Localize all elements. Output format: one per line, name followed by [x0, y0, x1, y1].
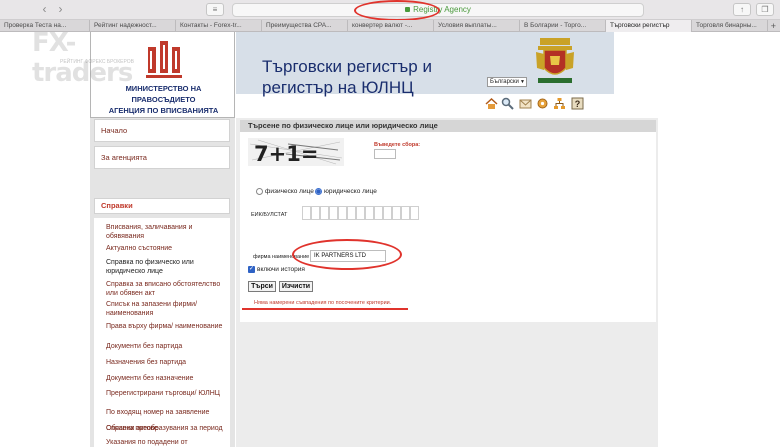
help-icon[interactable]: ?: [571, 97, 584, 110]
title-line-2: регистър на ЮЛНЦ: [262, 78, 414, 97]
include-history-checkbox[interactable]: ✓: [248, 266, 255, 273]
sidebar-item-person-search[interactable]: Справка по физическо или юридическо лице: [106, 258, 224, 276]
sidebar-item-instructions[interactable]: Указания по подадени от нерегистрирани т…: [106, 438, 224, 447]
new-tab-icon[interactable]: +: [771, 20, 776, 32]
eik-digit-input[interactable]: [383, 206, 392, 220]
captcha-image: 7+1=: [248, 138, 344, 166]
browser-toolbar: ‹ › ≡ Registry Agency ↑ ❐: [0, 0, 780, 21]
ministry-line-2: АГЕНЦИЯ ПО ВПИСВАНИЯТА: [108, 106, 219, 115]
eik-digit-input[interactable]: [311, 206, 320, 220]
browser-tab[interactable]: В Болгарии - Торго...: [520, 20, 606, 32]
captcha-label: Въведете сбора:: [374, 142, 421, 148]
watermark-logo: FX-traders РЕЙТИНГ ФОРЕКС БРОКЕРОВ: [8, 26, 158, 88]
search-icon[interactable]: [501, 97, 514, 110]
sidebar-item-entries[interactable]: Вписвания, заличавания и обявявания: [106, 223, 224, 241]
eik-digit-input[interactable]: [356, 206, 365, 220]
clear-button[interactable]: Изчисти: [279, 281, 313, 292]
share-icon[interactable]: ↑: [733, 3, 751, 16]
chevron-down-icon: ▼: [520, 79, 525, 85]
search-button[interactable]: Търси: [248, 281, 276, 292]
browser-tab-active[interactable]: Търговски регистър: [606, 20, 692, 32]
eik-digit-input[interactable]: [320, 206, 329, 220]
radio-person[interactable]: [256, 188, 263, 195]
eik-digit-input[interactable]: [365, 206, 374, 220]
sidebar-item-reserved-names[interactable]: Списък на запазени фирми/ наименования: [106, 300, 224, 318]
sidebar-reference-list: Вписвания, заличавания и обявявания Акту…: [94, 218, 230, 447]
radio-legal-entity-label: юридическо лице: [324, 188, 377, 195]
eik-digit-input[interactable]: [302, 206, 311, 220]
title-line-1: Търговски регистър и: [262, 57, 432, 76]
sidebar-item-reregistered[interactable]: Пререгистрирани търговци/ ЮЛНЦ: [106, 389, 224, 398]
settings-icon[interactable]: [536, 97, 549, 110]
browser-tab[interactable]: Преимущества CPA...: [262, 20, 348, 32]
sidebar-item-about[interactable]: За агенцията: [94, 146, 230, 169]
language-value: Български: [490, 79, 519, 85]
sidebar-item-appointments[interactable]: Назначения без партида: [106, 358, 224, 367]
eik-digit-input[interactable]: [374, 206, 383, 220]
include-history-label: включи история: [257, 266, 305, 273]
main-content: Търсене по физическо лице или юридическо…: [236, 118, 658, 447]
eik-digit-input[interactable]: [410, 206, 419, 220]
svg-text:?: ?: [575, 99, 581, 109]
sidebar-item-docs-no-batch[interactable]: Документи без партида: [106, 342, 224, 351]
address-highlight-circle: [354, 0, 440, 21]
watermark-text: FX-traders: [32, 28, 133, 88]
sidebar-item-docs-no-appointment[interactable]: Документи без назначение: [106, 374, 224, 383]
eik-label: ЕИК/БУЛСТАТ: [251, 212, 288, 218]
sidebar: Начало За агенцията Справки Вписвания, з…: [90, 118, 235, 447]
eik-digit-input[interactable]: [329, 206, 338, 220]
page-title: Търговски регистър и регистър на ЮЛНЦ: [262, 56, 432, 98]
share-sidebar-icon[interactable]: ≡: [206, 3, 224, 16]
sidebar-section-references[interactable]: Справки: [94, 198, 230, 214]
mail-icon[interactable]: [519, 97, 532, 110]
eik-digit-input[interactable]: [347, 206, 356, 220]
search-form: Търсене по физическо лице или юридическо…: [240, 120, 656, 322]
eik-digit-input[interactable]: [401, 206, 410, 220]
sidebar-item-circumstance[interactable]: Справка за вписано обстоятелство или обя…: [106, 280, 224, 298]
sidebar-item-by-number[interactable]: По входящ номер на заявление: [106, 408, 224, 417]
browser-tab[interactable]: конвертер валют -...: [348, 20, 434, 32]
eik-digit-input[interactable]: [338, 206, 347, 220]
sidebar-item-home[interactable]: Начало: [94, 119, 230, 142]
forward-icon[interactable]: ›: [54, 3, 67, 16]
captcha-sum-input[interactable]: [374, 149, 396, 159]
sitemap-icon[interactable]: [553, 97, 566, 110]
browser-tab[interactable]: Условия выплаты...: [434, 20, 520, 32]
sidebar-item-published-acts[interactable]: Обявени актове: [106, 424, 224, 433]
radio-legal-entity[interactable]: [315, 188, 322, 195]
sidebar-item-current-status[interactable]: Актуално състояние: [106, 244, 224, 253]
language-select[interactable]: Български ▼: [487, 77, 527, 87]
home-icon[interactable]: [485, 97, 498, 110]
firm-name-highlight-circle: [292, 239, 402, 270]
watermark-subtitle: РЕЙТИНГ ФОРЕКС БРОКЕРОВ: [60, 59, 134, 65]
form-heading: Търсене по физическо лице или юридическо…: [240, 120, 656, 132]
bulgarian-coat-of-arms-icon: [536, 38, 574, 83]
radio-person-label: физическо лице: [265, 188, 314, 195]
browser-tab[interactable]: Контакты - Forex-tr...: [176, 20, 262, 32]
back-icon[interactable]: ‹: [38, 3, 51, 16]
eik-digit-input[interactable]: [392, 206, 401, 220]
sidebar-item-name-rights[interactable]: Права върху фирма/ наименование: [106, 322, 224, 331]
tabs-overview-icon[interactable]: ❐: [756, 3, 774, 16]
browser-tab[interactable]: Торговля бинарны...: [692, 20, 768, 32]
result-underline: [242, 308, 408, 310]
captcha-text: 7+1=: [254, 142, 318, 166]
registry-page: МИНИСТЕРСТВО НА ПРАВОСЪДИЕТО АГЕНЦИЯ ПО …: [90, 32, 658, 447]
no-results-message: Няма намерени съвпадения по посочените к…: [254, 300, 392, 306]
